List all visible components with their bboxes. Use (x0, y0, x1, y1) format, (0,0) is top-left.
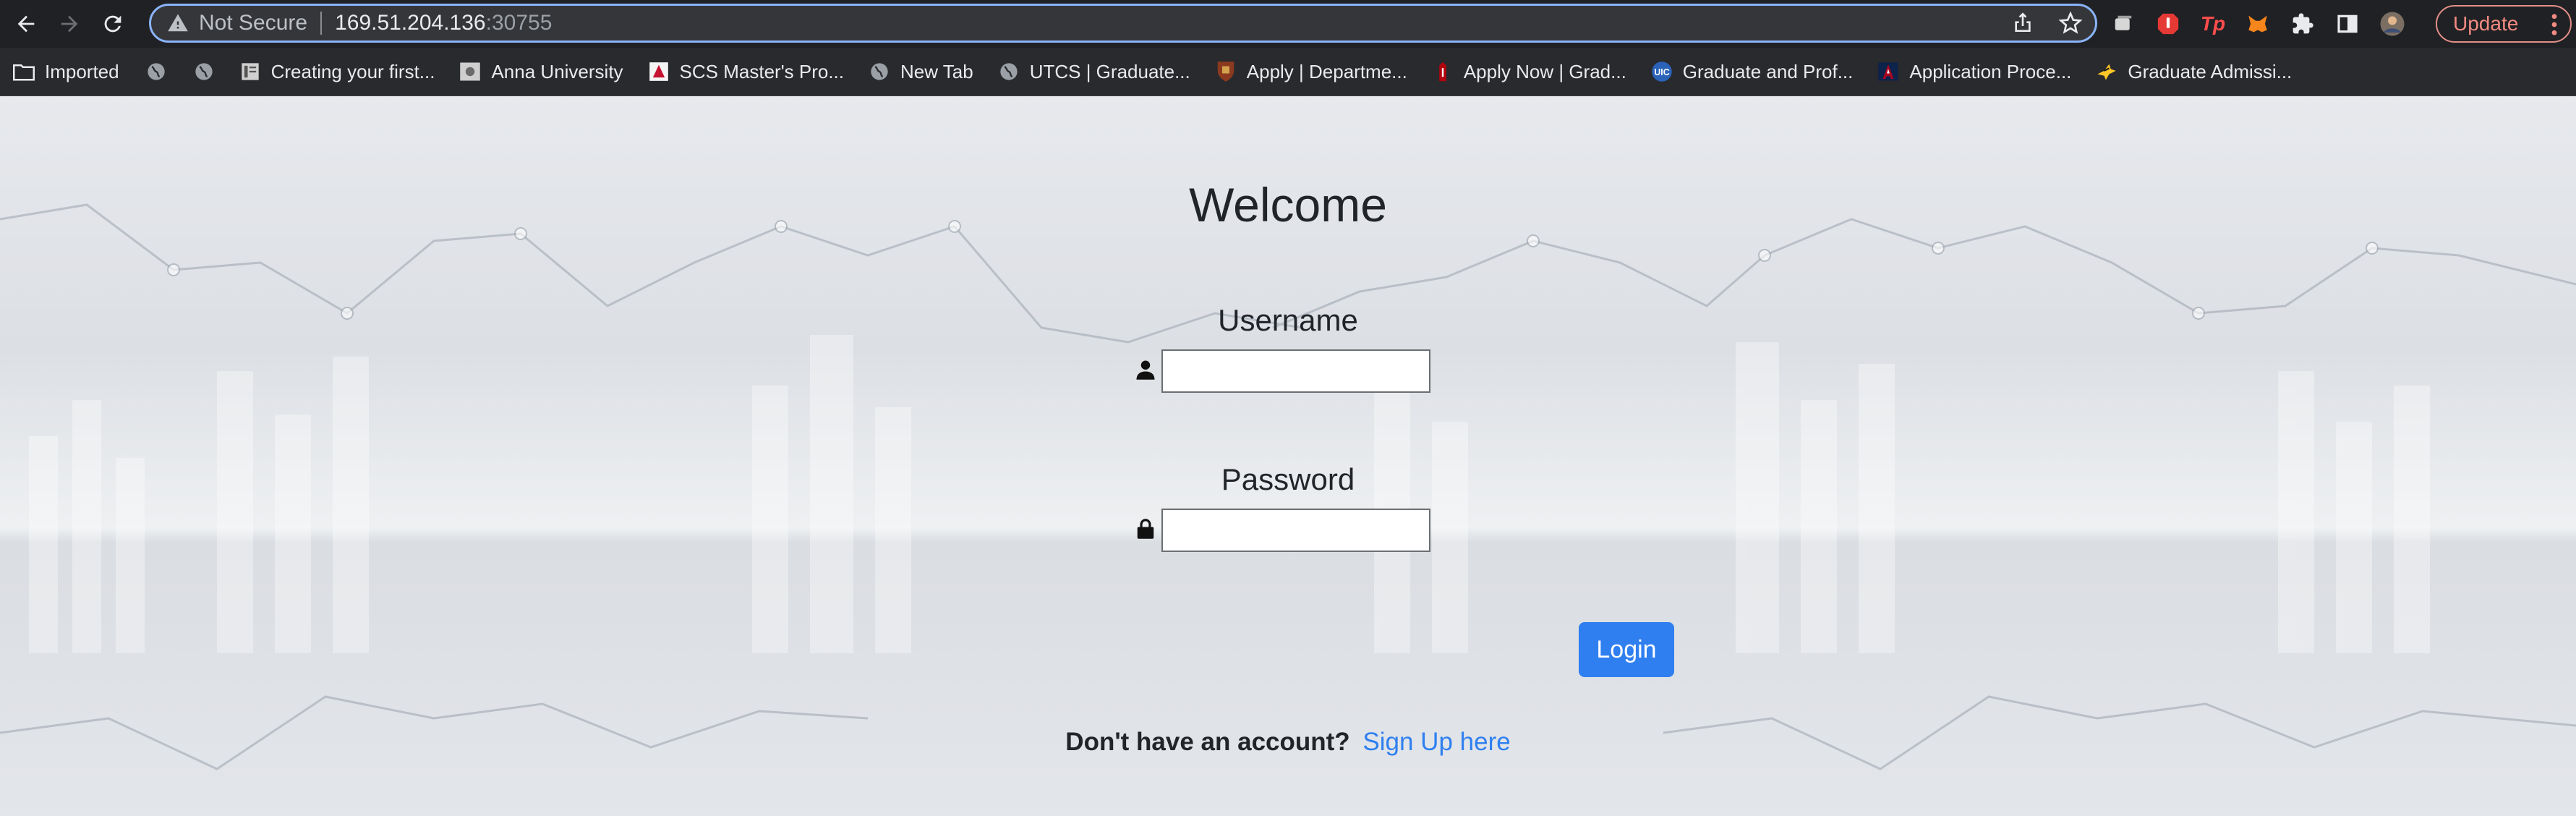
crest-icon (1215, 61, 1237, 82)
uic-icon: UIC (1651, 61, 1673, 82)
bookmark-apply-department[interactable]: Apply | Departme... (1215, 61, 1407, 83)
kebab-menu-icon (2551, 14, 2557, 35)
eagle-icon (2096, 61, 2117, 82)
adblock-icon[interactable] (2155, 11, 2181, 37)
extensions-area: Tp (2110, 0, 2405, 48)
bookmark-globe-1[interactable] (145, 61, 167, 82)
side-panel-icon[interactable] (2334, 11, 2360, 37)
login-page: Welcome Username Password Login Don't ha… (0, 96, 2576, 816)
arrow-left-icon (17, 15, 35, 33)
username-input[interactable] (1161, 349, 1430, 393)
security-label[interactable]: Not Secure (199, 11, 307, 35)
warning-icon (168, 14, 188, 32)
address-bar[interactable]: Not Secure 169.51.204.136 :30755 (149, 4, 2097, 43)
stanford-icon (1432, 61, 1454, 82)
url-port: :30755 (485, 11, 553, 35)
bookmark-graduate-and-prof[interactable]: UIC Graduate and Prof... (1651, 61, 1853, 83)
bookmark-application-process[interactable]: Application Proce... (1877, 61, 2071, 83)
forward-button[interactable] (52, 7, 87, 41)
cmu-icon (648, 61, 670, 82)
page-title: Welcome (1189, 178, 1387, 231)
browser-toolbar: Not Secure 169.51.204.136 :30755 Tp Upda… (0, 0, 2576, 48)
puzzle-icon[interactable] (2290, 11, 2316, 37)
arizona-icon (1877, 61, 1899, 82)
doc-icon (239, 61, 261, 82)
username-label: Username (1218, 303, 1358, 337)
back-button[interactable] (9, 7, 43, 41)
user-icon (1136, 360, 1155, 380)
bookmark-imported[interactable]: Imported (13, 61, 119, 83)
globe-icon (869, 61, 890, 82)
globe-icon (145, 61, 167, 82)
password-label: Password (1221, 462, 1355, 496)
address-divider (320, 12, 323, 35)
bookmark-globe-2[interactable] (193, 61, 215, 82)
password-input[interactable] (1161, 509, 1430, 552)
login-button[interactable]: Login (1579, 622, 1674, 677)
star-icon[interactable] (2059, 12, 2082, 35)
svg-text:UIC: UIC (1654, 67, 1670, 77)
bookmark-graduate-admissions[interactable]: Graduate Admissi... (2096, 61, 2292, 83)
metamask-icon[interactable] (2245, 11, 2271, 37)
tab-search-icon[interactable] (2110, 11, 2136, 37)
update-button[interactable]: Update (2436, 5, 2572, 43)
globe-icon (998, 61, 1020, 82)
reload-button[interactable] (95, 7, 130, 41)
tp-extension-icon[interactable]: Tp (2200, 11, 2226, 37)
reload-icon (104, 15, 121, 33)
bookmark-creating-your-first[interactable]: Creating your first... (239, 61, 435, 83)
site-icon (459, 61, 481, 82)
bookmark-utcs-graduate[interactable]: UTCS | Graduate... (998, 61, 1190, 83)
share-icon[interactable] (2011, 12, 2034, 35)
globe-icon (193, 61, 215, 82)
bookmark-anna-university[interactable]: Anna University (459, 61, 623, 83)
arrow-right-icon (61, 15, 78, 33)
lock-icon (1137, 519, 1154, 539)
signup-prompt-line: Don't have an account? Sign Up here (0, 728, 2576, 757)
bookmark-apply-now-grad[interactable]: Apply Now | Grad... (1432, 61, 1626, 83)
folder-icon (13, 61, 35, 82)
url-host: 169.51.204.136 (335, 11, 486, 35)
bookmarks-bar: Imported Creating your first... Anna Uni… (0, 48, 2576, 96)
bookmark-scs-masters[interactable]: SCS Master's Pro... (648, 61, 844, 83)
signup-link[interactable]: Sign Up here (1362, 728, 1510, 756)
bookmark-new-tab[interactable]: New Tab (869, 61, 973, 83)
update-label: Update (2453, 12, 2519, 35)
profile-avatar-icon[interactable] (2379, 11, 2405, 37)
signup-question: Don't have an account? (1065, 728, 1350, 756)
